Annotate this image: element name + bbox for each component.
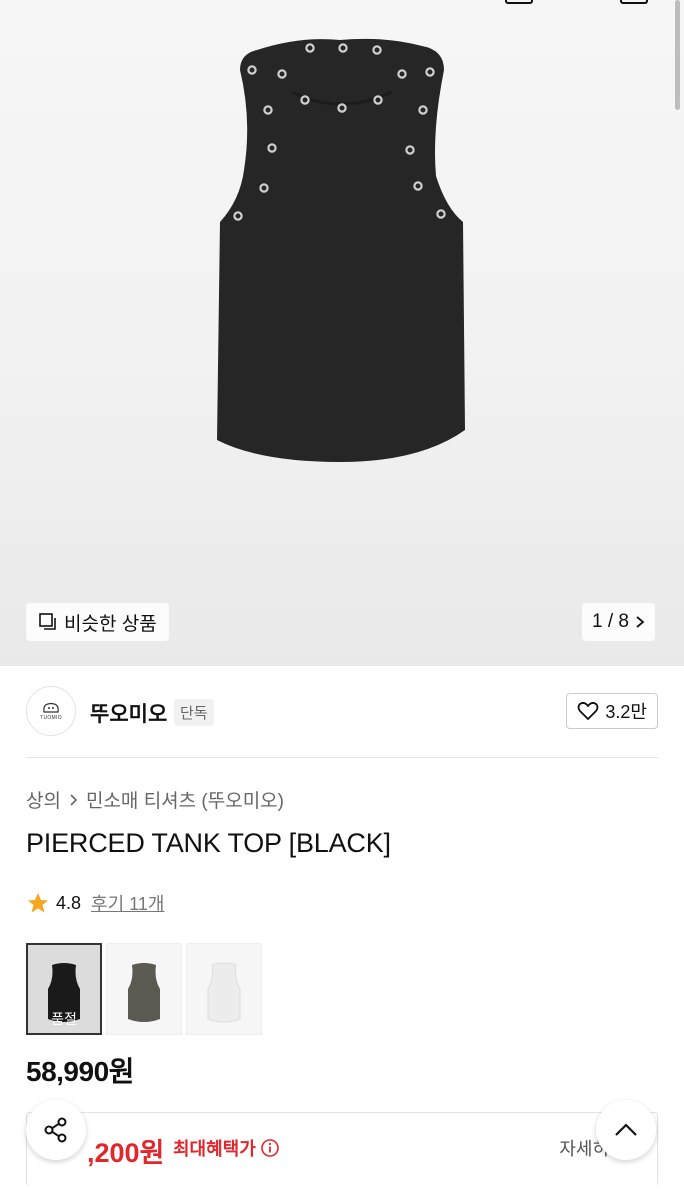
max-benefit-box[interactable]: ,200원 최대혜택가 자세히	[26, 1112, 658, 1186]
brand-logo-text: TUOMIO	[40, 714, 62, 721]
like-count: 3.2만	[605, 702, 647, 722]
product-image	[217, 38, 465, 462]
color-option-white[interactable]	[186, 943, 262, 1035]
similar-items-button[interactable]: 비슷한 상품	[26, 603, 169, 641]
max-benefit-label-text: 최대혜택가	[173, 1139, 256, 1159]
review-link[interactable]: 후기 11개	[91, 890, 164, 916]
image-counter[interactable]: 1 / 8	[582, 603, 655, 641]
max-benefit-price: ,200원	[87, 1138, 165, 1168]
max-benefit-label: 최대혜택가	[173, 1135, 280, 1161]
scroll-to-top-button[interactable]	[596, 1100, 656, 1160]
sold-out-label: 품절	[51, 1011, 77, 1027]
chevron-right-icon	[636, 616, 645, 628]
brand-logo[interactable]: TUOMIO	[26, 686, 76, 736]
info-icon[interactable]	[260, 1138, 280, 1158]
color-option-thumbnail	[207, 962, 241, 1023]
product-image-gallery[interactable]: 비슷한 상품 1 / 8	[0, 0, 684, 666]
like-button[interactable]: 3.2만	[566, 693, 658, 729]
product-price: 58,990원	[26, 1056, 134, 1087]
color-option-thumbnail	[128, 963, 160, 1022]
breadcrumb-subcategory[interactable]: 민소매 티셔츠 (뚜오미오)	[86, 786, 284, 813]
share-button[interactable]	[26, 1100, 86, 1160]
rating-value: 4.8	[56, 892, 82, 913]
breadcrumb: 상의 민소매 티셔츠 (뚜오미오)	[26, 786, 284, 813]
color-option-gray[interactable]	[106, 943, 182, 1035]
share-icon	[44, 1117, 67, 1143]
color-option-black[interactable]: 품절	[26, 943, 102, 1035]
exclusive-badge: 단독	[174, 699, 214, 726]
brand-row: TUOMIO 뚜오미오 단독 3.2만	[26, 686, 658, 738]
rating: 4.8 후기 11개	[26, 890, 164, 916]
product-title: PIERCED TANK TOP [BLACK]	[26, 828, 391, 858]
heart-icon	[578, 701, 599, 721]
chevron-up-icon	[615, 1123, 637, 1136]
image-counter-text: 1 / 8	[592, 611, 629, 632]
breadcrumb-category[interactable]: 상의	[26, 786, 61, 813]
similar-items-icon	[39, 613, 56, 630]
divider	[26, 757, 658, 758]
brand-name[interactable]: 뚜오미오	[90, 698, 167, 728]
similar-items-label: 비슷한 상품	[64, 613, 157, 635]
star-icon	[28, 893, 48, 913]
chevron-right-icon	[70, 793, 78, 806]
brand-logo-icon	[43, 702, 59, 713]
